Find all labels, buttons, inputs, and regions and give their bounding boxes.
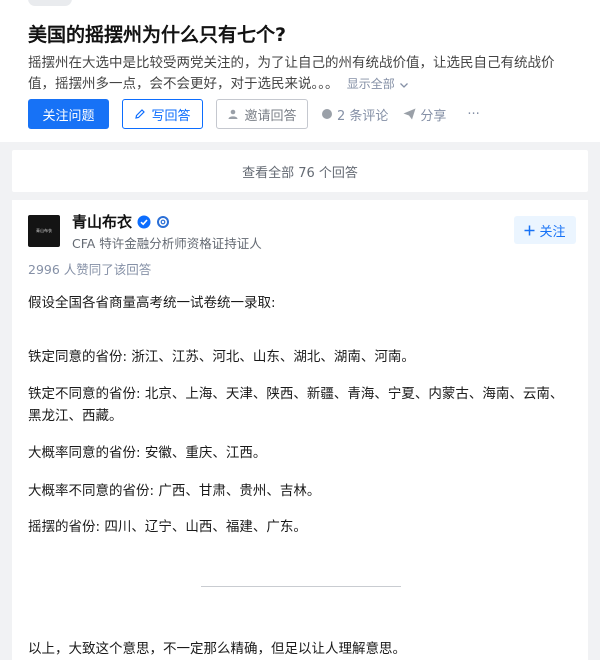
view-all-answers-button[interactable]: 查看全部 76 个回答 [12,150,588,192]
answer-paragraph: 摇摆的省份: 四川、辽宁、山西、福建、广东。 [28,519,307,535]
chevron-down-icon [399,82,408,88]
follow-author-button[interactable]: 关注 [514,216,576,244]
follow-question-button[interactable]: 关注问题 [28,99,109,129]
pencil-icon [135,109,146,119]
author-bio: CFA 特许金融分析师资格证持证人 [72,236,262,251]
question-description: 摇摆州在大选中是比较受两党关注的，为了让自己的州有统战价值，让选民自己有统战价值… [28,53,576,95]
author-name-text: 青山布衣 [72,213,133,231]
question-header: 美国的摇摆州为什么只有七个? 摇摆州在大选中是比较受两党关注的，为了让自己的州有… [0,0,600,142]
follow-author-label: 关注 [539,224,566,240]
verified-badge-icon [137,215,151,228]
person-icon [228,109,238,119]
paper-plane-icon [403,108,416,120]
write-answer-button[interactable]: 写回答 [122,99,203,129]
answer-paragraph: 假设全国各省商量高考统一试卷统一录取: [28,295,276,311]
invite-answer-label: 邀请回答 [244,108,297,124]
more-button[interactable]: ··· [467,107,479,122]
vote-count: 2996 人赞同了该回答 [28,262,152,277]
comments-button[interactable]: 2 条评论 [321,105,388,124]
invite-answer-button[interactable]: 邀请回答 [216,99,308,129]
show-all-link[interactable]: 显示全部 [347,77,409,91]
answer-card: 青山布衣 青山布衣 CFA 特许金融分析师资格证持证人 关注 2996 人赞同了… [12,200,588,660]
plus-icon [524,225,535,235]
share-button[interactable]: 分享 [403,105,446,124]
question-description-text: 摇摆州在大选中是比较受两党关注的，为了让自己的州有统战价值，让选民自己有统战价值… [28,55,555,92]
question-title[interactable]: 美国的摇摆州为什么只有七个? [28,20,286,47]
answer-paragraph: 以上，大致这个意思，不一定那么精确，但足以让人理解意思。 [28,641,406,657]
answer-paragraph: 大概率同意的省份: 安徽、重庆、江西。 [28,445,267,461]
answer-paragraph: 大概率不同意的省份: 广西、甘肃、贵州、吉林。 [28,483,321,499]
topic-tag[interactable] [28,0,72,6]
comments-label: 2 条评论 [337,108,389,124]
author-name[interactable]: 青山布衣 [72,211,170,232]
answer-paragraph: 铁定不同意的省份: 北京、上海、天津、陕西、新疆、青海、宁夏、内蒙古、海南、云南… [28,386,564,424]
comment-icon [322,109,332,119]
answer-paragraph: 铁定同意的省份: 浙江、江苏、河北、山东、湖北、湖南、河南。 [28,349,415,365]
question-actions: 关注问题 写回答 邀请回答 2 条评论 分享 ··· [28,99,480,129]
avatar[interactable]: 青山布衣 [28,215,60,247]
write-answer-label: 写回答 [151,108,191,124]
avatar-text: 青山布衣 [36,228,52,233]
gear-badge-icon [157,215,170,228]
content-divider [201,586,401,587]
share-label: 分享 [420,108,447,124]
show-all-label: 显示全部 [346,77,395,91]
